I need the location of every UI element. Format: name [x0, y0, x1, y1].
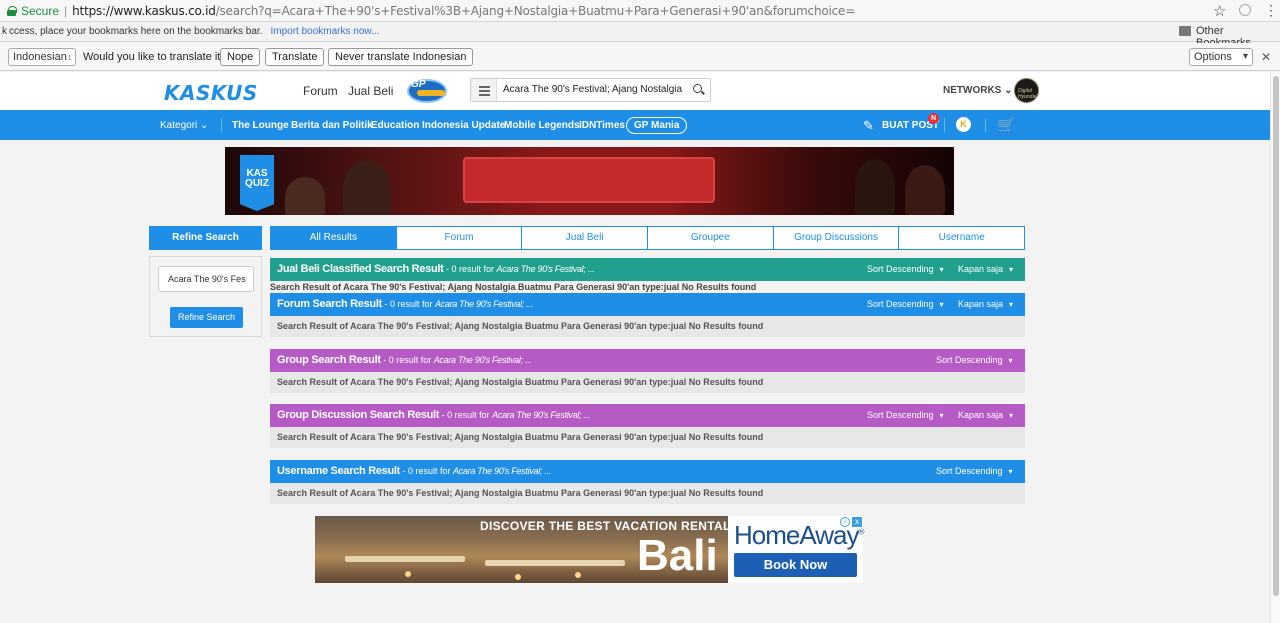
gp-mania-button[interactable]: GP Mania [626, 117, 688, 134]
refine-search-input[interactable]: Acara The 90's Fes [158, 266, 254, 292]
ad-place: Bali [637, 531, 718, 580]
nope-button[interactable]: Nope [220, 48, 261, 66]
secure-label: Secure [21, 3, 60, 18]
url-text[interactable]: https://www.kaskus.co.id/search?q=Acara+… [72, 4, 855, 18]
section-title: Username Search Result - 0 result for Ac… [277, 465, 551, 477]
section-header-username: Username Search Result - 0 result for Ac… [270, 460, 1025, 483]
translate-question: Would you like to translate it? [83, 51, 227, 63]
kas-quiz-logo: KAS QUIZ [240, 155, 274, 211]
section-header-forum: Forum Search Result - 0 result for Acara… [270, 293, 1025, 316]
refine-search-header: Refine Search [149, 226, 262, 250]
tab-group-discussions[interactable]: Group Discussions [773, 226, 900, 250]
time-dropdown[interactable]: Kapan saja ▾ [958, 299, 1013, 309]
section-header-jual-beli: Jual Beli Classified Search Result - 0 r… [270, 258, 1025, 281]
tab-jual-beli[interactable]: Jual Beli [522, 226, 649, 250]
time-dropdown[interactable]: Kapan saja ▾ [958, 264, 1013, 274]
category-bar: Kategori ⌄ The Lounge Berita dan Politik… [0, 110, 1270, 140]
tab-groupee[interactable]: Groupee [648, 226, 774, 250]
section-title: Forum Search Result - 0 result for Acara… [277, 298, 533, 310]
url-separator: | [64, 3, 68, 18]
link-indonesia-update[interactable]: Indonesia Update [422, 120, 505, 131]
search-box[interactable]: Acara The 90's Festival; Ajang Nostalgia… [470, 78, 711, 102]
section-header-group: Group Search Result - 0 result for Acara… [270, 349, 1025, 372]
tab-all-results[interactable]: All Results [270, 226, 397, 250]
result-tabs: All Results Forum Jual Beli Groupee Grou… [270, 226, 1026, 250]
divider [944, 118, 945, 132]
section-title: Jual Beli Classified Search Result - 0 r… [277, 263, 595, 275]
avatar[interactable]: Digital Hyundai [1014, 78, 1039, 103]
search-input[interactable]: Acara The 90's Festival; Ajang Nostalgia… [503, 84, 683, 95]
section-title: Group Search Result - 0 result for Acara… [277, 354, 532, 366]
section-body-forum: Search Result of Acara The 90's Festival… [270, 316, 1025, 337]
search-icon[interactable] [693, 84, 702, 93]
kaskus-logo[interactable]: KASKUS [164, 81, 258, 105]
sort-dropdown[interactable]: Sort Descending ▾ [936, 355, 1013, 365]
refine-search-button[interactable]: Refine Search [170, 307, 243, 328]
sort-dropdown[interactable]: Sort Descending ▾ [867, 299, 944, 309]
translate-button[interactable]: Translate [265, 48, 325, 66]
ad-info-icon[interactable]: i [840, 517, 850, 527]
pencil-icon[interactable]: ✎ [863, 118, 874, 134]
link-the-lounge[interactable]: The Lounge [232, 120, 289, 131]
hamburger-icon[interactable] [471, 79, 497, 101]
chat-icon[interactable]: K [956, 117, 971, 132]
close-icon[interactable]: ✕ [1261, 50, 1271, 64]
banner-center-panel [463, 157, 715, 203]
link-idntimes[interactable]: IDNTimes [579, 120, 625, 131]
scrollbar-thumb[interactable] [1273, 76, 1279, 596]
time-dropdown[interactable]: Kapan saja ▾ [958, 410, 1013, 420]
kategori-dropdown[interactable]: Kategori ⌄ [160, 120, 208, 131]
divider [985, 118, 986, 132]
translate-bar: Indonesian Would you like to translate i… [0, 43, 1280, 71]
section-body-group: Search Result of Acara The 90's Festival… [270, 372, 1025, 393]
networks-dropdown[interactable]: NETWORKS ⌄ [943, 85, 1013, 96]
bookmark-star-icon[interactable]: ☆ [1213, 2, 1226, 20]
section-title: Group Discussion Search Result - 0 resul… [277, 409, 591, 421]
link-mobile-legends[interactable]: Mobile Legends [504, 120, 580, 131]
divider [221, 118, 222, 132]
homeaway-ad[interactable]: DISCOVER THE BEST VACATION RENTALS IN Ba… [315, 516, 864, 583]
never-translate-button[interactable]: Never translate Indonesian [328, 48, 474, 66]
ad-close-icon[interactable]: x [852, 517, 862, 527]
book-now-button[interactable]: Book Now [734, 553, 857, 577]
section-body-username: Search Result of Acara The 90's Festival… [270, 483, 1025, 504]
link-berita-dan-politik[interactable]: Berita dan Politik [291, 120, 373, 131]
bookmarks-bar: k ccess, place your bookmarks here on th… [0, 22, 1280, 49]
lock-icon [7, 5, 17, 16]
tab-username[interactable]: Username [899, 226, 1026, 250]
sort-dropdown[interactable]: Sort Descending ▾ [936, 466, 1013, 476]
kas-quiz-banner[interactable]: KAS QUIZ [225, 147, 954, 215]
section-body-group-discussion: Search Result of Acara The 90's Festival… [270, 427, 1025, 448]
tab-forum[interactable]: Forum [396, 226, 523, 250]
nav-forum[interactable]: Forum [303, 84, 338, 98]
section-header-group-discussion: Group Discussion Search Result - 0 resul… [270, 404, 1025, 427]
cart-icon[interactable]: 🛒 [997, 116, 1016, 134]
nav-jual-beli[interactable]: Jual Beli [348, 84, 393, 98]
scrollbar[interactable] [1270, 72, 1280, 623]
sort-dropdown[interactable]: Sort Descending ▾ [867, 264, 944, 274]
notification-badge: N [928, 113, 939, 124]
sort-dropdown[interactable]: Sort Descending ▾ [867, 410, 944, 420]
site-header: KASKUS Forum Jual Beli GP Acara The 90's… [0, 72, 1270, 110]
address-bar[interactable]: Secure | https://www.kaskus.co.id/search… [0, 0, 1280, 22]
gp-mania-logo[interactable]: GP [405, 77, 451, 105]
language-select[interactable]: Indonesian [8, 48, 76, 66]
import-bookmarks-link[interactable]: Import bookmarks now... [270, 26, 379, 37]
options-select[interactable]: Options [1189, 48, 1253, 66]
menu-dots-icon[interactable]: ⋮ [1264, 2, 1278, 18]
extension-icon[interactable] [1239, 4, 1251, 16]
link-education[interactable]: Education [371, 120, 419, 131]
refine-search-panel: Acara The 90's Fes Refine Search [149, 256, 262, 337]
bookmarks-message: k ccess, place your bookmarks here on th… [2, 26, 263, 37]
folder-icon [1179, 26, 1191, 36]
